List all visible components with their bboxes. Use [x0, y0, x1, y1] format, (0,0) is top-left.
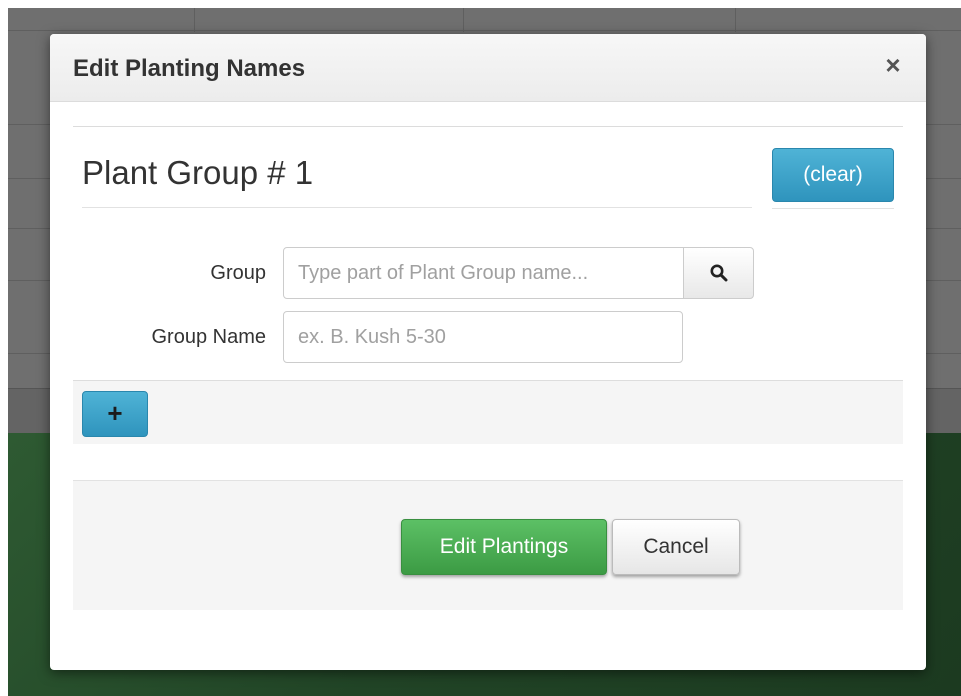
group-name-input[interactable] — [283, 311, 683, 363]
background-grid-line — [463, 8, 464, 32]
plant-group-heading: Plant Group # 1 — [82, 154, 314, 191]
clear-divider — [772, 208, 894, 209]
edit-plantings-button[interactable]: Edit Plantings — [401, 519, 607, 575]
group-search-button[interactable] — [683, 247, 754, 299]
background-grid-line — [194, 8, 195, 32]
edit-planting-names-dialog: Edit Planting Names × Plant Group # 1 (c… — [50, 34, 926, 670]
close-icon[interactable]: × — [880, 50, 906, 80]
search-icon — [710, 264, 728, 282]
heading-divider — [82, 207, 752, 208]
modal-footer: Edit Plantings Cancel — [73, 480, 903, 610]
group-search-input[interactable] — [283, 247, 684, 299]
clear-button[interactable]: (clear) — [772, 148, 894, 202]
background-grid-line — [735, 8, 736, 32]
group-label: Group — [210, 262, 266, 284]
group-name-label: Group Name — [151, 326, 267, 348]
cancel-button[interactable]: Cancel — [612, 519, 740, 575]
panel-divider — [73, 126, 903, 127]
add-group-button[interactable]: + — [82, 391, 148, 437]
modal-title: Edit Planting Names — [73, 55, 306, 82]
background-grid-line — [8, 30, 961, 31]
modal-header: Edit Planting Names × — [50, 34, 926, 102]
add-group-row: + — [73, 380, 903, 444]
